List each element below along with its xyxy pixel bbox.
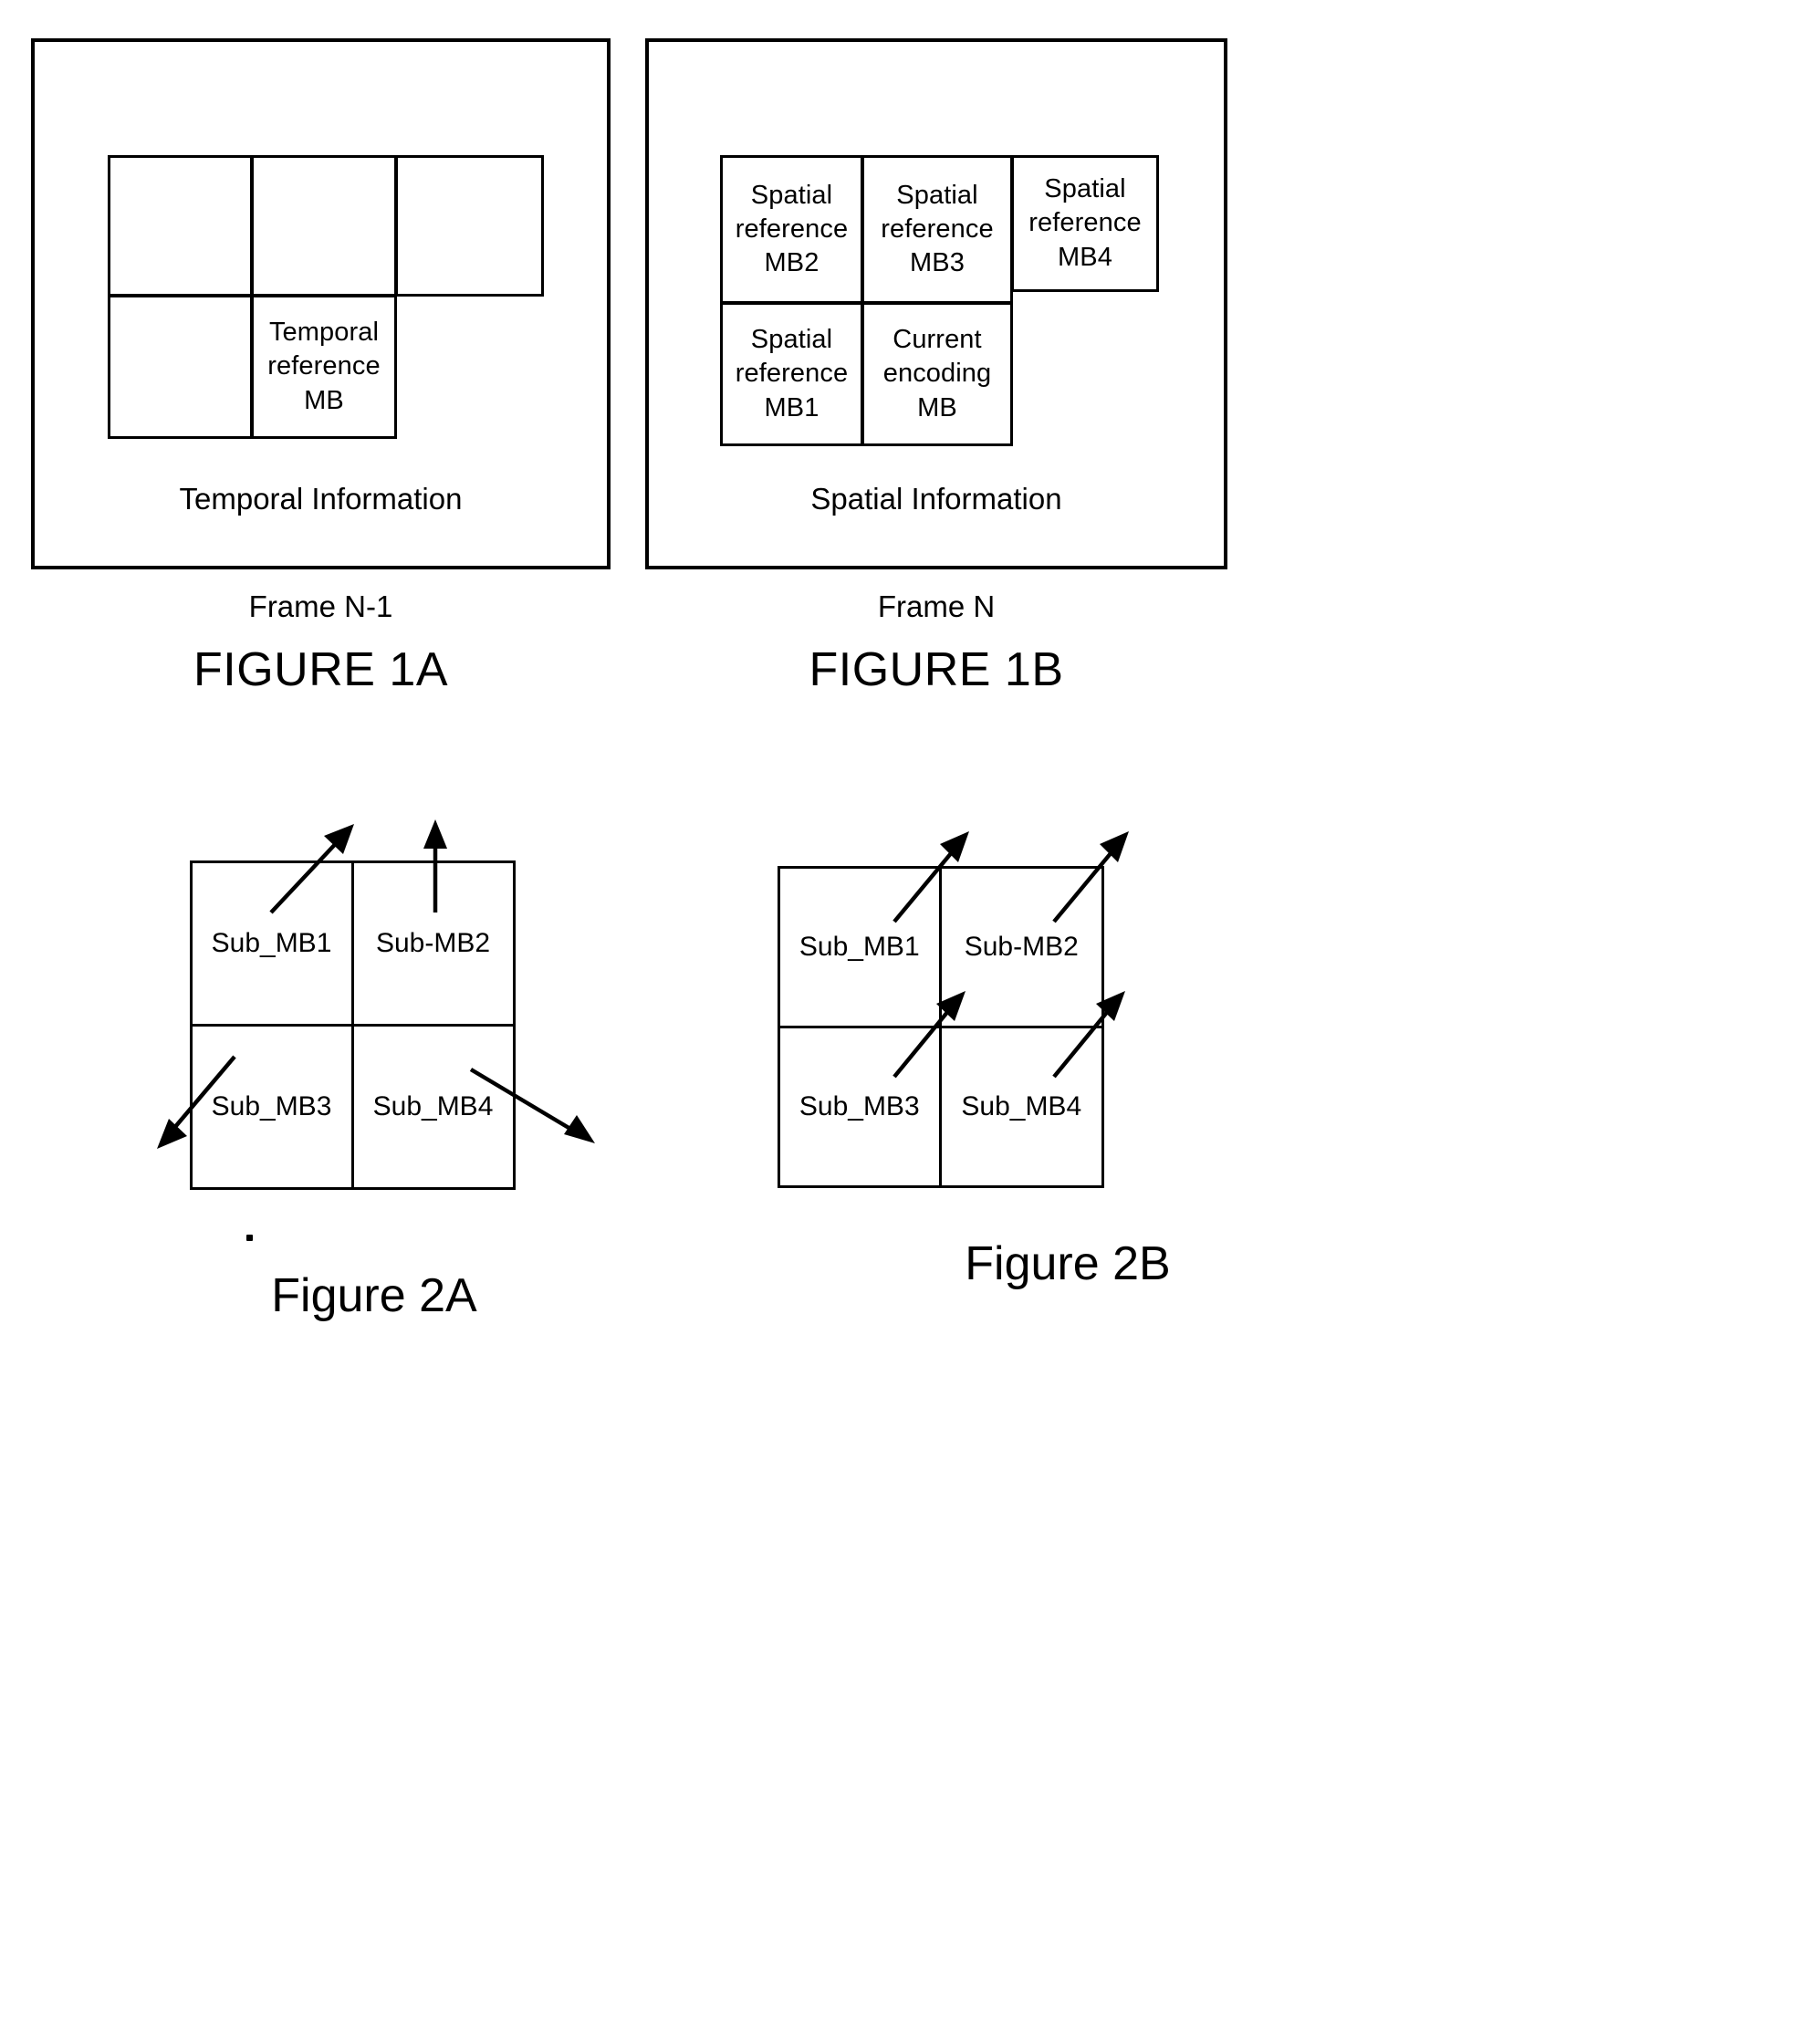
macroblock-bottom-left-1a [108, 295, 253, 439]
figure-title-2b: Figure 2B [965, 1237, 1171, 1290]
sub-macroblock-label: Sub_MB3 [211, 1090, 332, 1121]
macroblock-temporal-reference: Temporal reference MB [251, 295, 397, 439]
sub-macroblock-3-2b: Sub_MB3 [777, 1025, 942, 1188]
sub-macroblock-label: Sub-MB2 [375, 927, 491, 958]
frame-label-n-minus-1: Frame N-1 [248, 589, 393, 623]
sub-macroblock-label: Sub_MB1 [211, 927, 332, 958]
figure-title-2a: Figure 2A [271, 1269, 477, 1322]
frame-label-n: Frame N [877, 589, 996, 623]
macroblock-spatial-reference-mb3: Spatial reference MB3 [861, 155, 1013, 304]
patent-figure-sheet: Temporal reference MB Temporal Informati… [0, 0, 1806, 2044]
macroblock-top-center-1a [251, 155, 397, 297]
panel-caption-spatial-information: Spatial Information [810, 482, 1062, 516]
macroblock-label: Spatial reference MB1 [732, 323, 851, 424]
label-line-1: Spatial [750, 180, 833, 210]
label-line-1: Spatial [750, 325, 833, 355]
macroblock-label: Spatial reference MB4 [1025, 172, 1144, 274]
sub-macroblock-3-2a: Sub_MB3 [189, 1023, 354, 1190]
macroblock-top-left-1a [108, 155, 253, 297]
macroblock-spatial-reference-mb1: Spatial reference MB1 [720, 302, 863, 446]
label-line-1: Temporal [268, 318, 380, 348]
label-line-3: MB1 [764, 392, 819, 422]
macroblock-current-encoding: Current encoding MB [861, 302, 1013, 446]
label-line-3: MB [304, 385, 344, 415]
figure-title-1b: FIGURE 1B [809, 643, 1064, 696]
label-line-2: reference [881, 214, 994, 244]
scan-ink-speck [246, 1235, 253, 1241]
sub-macroblock-1-2a: Sub_MB1 [189, 860, 354, 1027]
label-line-2: reference [267, 351, 381, 381]
sub-macroblock-grid-2a: Sub_MB1 Sub-MB2 Sub_MB3 Sub_MB4 [189, 860, 516, 1190]
sub-macroblock-4-2b: Sub_MB4 [939, 1025, 1104, 1188]
sub-macroblock-label: Sub-MB2 [964, 931, 1079, 962]
macroblock-spatial-reference-mb4: Spatial reference MB4 [1011, 155, 1159, 292]
sub-macroblock-label: Sub_MB1 [799, 931, 920, 962]
label-line-1: Spatial [896, 180, 978, 210]
sub-macroblock-label: Sub_MB4 [372, 1090, 494, 1121]
panel-caption-temporal-information: Temporal Information [179, 482, 463, 516]
label-line-2: encoding [882, 359, 992, 389]
label-line-2: reference [735, 359, 849, 389]
label-line-3: MB4 [1058, 242, 1112, 272]
sub-macroblock-1-2b: Sub_MB1 [777, 865, 942, 1028]
label-line-2: reference [1028, 208, 1142, 238]
label-line-3: MB2 [764, 248, 819, 278]
macroblock-spatial-reference-mb2: Spatial reference MB2 [720, 155, 863, 304]
macroblock-label: Temporal reference MB [264, 316, 383, 417]
sub-macroblock-grid-2b: Sub_MB1 Sub-MB2 Sub_MB3 Sub_MB4 [777, 865, 1104, 1188]
figure-title-1a: FIGURE 1A [193, 643, 448, 696]
macroblock-top-right-1a [395, 155, 544, 297]
label-line-3: MB3 [910, 248, 965, 278]
sub-macroblock-4-2a: Sub_MB4 [350, 1023, 516, 1190]
macroblock-label: Spatial reference MB3 [877, 179, 997, 280]
label-line-2: reference [735, 214, 849, 244]
macroblock-label: Current encoding MB [880, 323, 996, 424]
label-line-3: MB [917, 392, 957, 422]
macroblock-label: Spatial reference MB2 [732, 179, 851, 280]
sub-macroblock-label: Sub_MB4 [961, 1090, 1082, 1121]
label-line-1: Current [893, 325, 982, 355]
sub-macroblock-label: Sub_MB3 [799, 1090, 920, 1121]
label-line-1: Spatial [1044, 174, 1126, 204]
sub-macroblock-2-2a: Sub-MB2 [350, 860, 516, 1027]
sub-macroblock-2-2b: Sub-MB2 [939, 865, 1104, 1028]
